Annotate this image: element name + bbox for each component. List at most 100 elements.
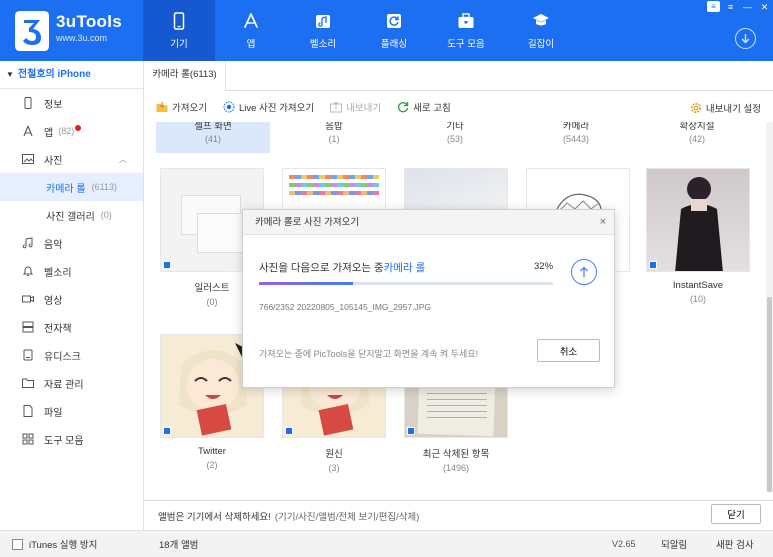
sidebar-item-count: (82) [58, 126, 75, 136]
music-note-icon [316, 14, 330, 28]
app-store-icon [244, 12, 258, 28]
sidebar-item-label: 파일 [44, 407, 63, 419]
live-import-button[interactable]: Live 사진 가져오기 [223, 100, 314, 114]
download-button[interactable] [735, 28, 756, 49]
sidebar-item-udisk[interactable]: 유디스크 [0, 341, 143, 369]
album-name: 최근 삭제된 항목 [422, 449, 490, 460]
window-controls: ≡ ≡ — ✕ [705, 0, 773, 14]
album-tile[interactable]: InstantSave (10) [646, 168, 750, 304]
shortcut-icon [649, 261, 657, 269]
album-count: (2) [206, 460, 218, 470]
sidebar-item-info[interactable]: 정보 [0, 89, 143, 117]
chevron-up-icon[interactable]: ︿ [119, 154, 127, 165]
folder-icon [22, 377, 34, 389]
nav-apps[interactable]: 앱 [215, 0, 287, 61]
feedback-link[interactable]: 되알림 [661, 537, 687, 551]
notice-text: 앨범은 기기에서 삭제하세요! [158, 511, 271, 523]
album-name: Twitter [198, 446, 226, 457]
sidebar-item-label: 음악 [44, 239, 63, 251]
sidebar-item-ebooks[interactable]: 전자책 [0, 313, 143, 341]
sidebar-item-label: 벨소리 [44, 267, 72, 279]
nav-flash[interactable]: 플래싱 [359, 0, 429, 61]
sidebar-item-video[interactable]: 영상 [0, 285, 143, 313]
menu-icon[interactable]: ≡ [722, 0, 739, 14]
nav-device[interactable]: 기기 [143, 0, 215, 61]
sidebar-item-apps[interactable]: 앱 (82) [0, 117, 143, 145]
nav-ringtones[interactable]: 벨소리 [287, 0, 359, 61]
sidebar-sub-camera-roll[interactable]: 카메라 롤 (6113) [0, 173, 143, 201]
caret-down-icon: ▼ [6, 70, 14, 79]
progress-bar-fill [259, 282, 354, 285]
dialog-title: 카메라 롤로 사진 가져오기 [255, 217, 360, 228]
album-name: 확장지설 [679, 122, 715, 132]
refresh-button[interactable]: 새로 고침 [397, 100, 451, 114]
tab-camera-roll[interactable]: 카메라 롤(6113) [144, 61, 226, 91]
album-name: 원신 [325, 449, 343, 460]
album-tile[interactable]: 카메라 (5443) [519, 122, 633, 153]
album-tile[interactable]: 기타 (53) [398, 122, 512, 153]
sidebar-item-label: 정보 [44, 99, 63, 111]
sidebar-item-files[interactable]: 파일 [0, 397, 143, 425]
import-button[interactable]: 가져오기 [156, 100, 207, 114]
minimize-icon[interactable]: — [739, 0, 756, 14]
export-settings-button[interactable]: 내보내기 설정 [690, 101, 761, 115]
app-name: 3uTools [56, 12, 123, 31]
nav-label: 앱 [246, 38, 256, 50]
check-update-link[interactable]: 새판 검사 [716, 537, 754, 551]
sidebar-sub-label: 카메라 롤 [46, 183, 86, 195]
sidebar-item-photos[interactable]: 사진 ︿ [0, 145, 143, 173]
export-label: 내보내기 [346, 103, 382, 114]
itunes-block-checkbox[interactable] [12, 538, 23, 550]
toolbox-icon [458, 12, 474, 28]
sidebar-item-music[interactable]: 음악 [0, 229, 143, 257]
sidebar-sub-count: (0) [100, 210, 112, 220]
sidebar-sub-photo-gallery[interactable]: 사진 갤러리 (0) [0, 201, 143, 229]
scrollbar-thumb[interactable] [767, 297, 772, 492]
import-label: 가져오기 [172, 103, 207, 114]
menu-badge-icon[interactable]: ≡ [707, 1, 720, 12]
album-name: 셀프 화면 [194, 122, 232, 132]
export-icon [330, 101, 343, 113]
sidebar-item-toolbox[interactable]: 도구 모음 [0, 425, 143, 453]
close-button[interactable]: 닫기 [711, 504, 761, 524]
gear-icon [690, 103, 701, 113]
sidebar-item-ringtones[interactable]: 벨소리 [0, 257, 143, 285]
nav-label: 플래싱 [380, 38, 408, 50]
shortcut-icon [163, 427, 171, 435]
notice-hint: (기기/사진/앨범/전체 보기/편집/삭제) [274, 511, 420, 523]
album-tile[interactable]: 확장지설 (42) [640, 122, 754, 153]
refresh-box-icon [387, 13, 401, 28]
sidebar-item-label: 유디스크 [44, 351, 81, 363]
album-name: 카메라 [562, 122, 590, 132]
progress-bar [259, 282, 553, 285]
refresh-label: 새로 고침 [413, 103, 451, 114]
album-thumbnail [646, 168, 750, 272]
cancel-button[interactable]: 취소 [537, 339, 600, 362]
image-icon [22, 153, 34, 165]
progress-label-prefix: 사진을 다음으로 가져오는 중 [259, 262, 384, 274]
album-tile[interactable]: 셀프 화면 (41) [156, 122, 270, 153]
nav-toolbox[interactable]: 도구 모음 [429, 0, 503, 61]
arrow-down-icon [741, 34, 750, 44]
album-artwork [675, 177, 723, 271]
app-store-icon [22, 125, 34, 137]
close-icon[interactable]: × [600, 210, 606, 235]
phone-outline-icon [22, 97, 34, 109]
scrollbar[interactable] [766, 122, 773, 492]
itunes-block-label[interactable]: iTunes 실행 방지 [29, 537, 97, 551]
graduation-cap-icon [533, 13, 549, 25]
brand: 3uTools www.3u.com [56, 12, 122, 43]
sidebar-item-label: 자료 관리 [44, 379, 84, 391]
app-url: www.3u.com [56, 33, 108, 43]
bell-icon [22, 265, 34, 277]
import-folder-icon [156, 102, 168, 112]
album-tile[interactable]: 음밥 (1) [277, 122, 391, 153]
export-button[interactable]: 내보내기 [330, 100, 381, 114]
nav-guide[interactable]: 길잡이 [503, 0, 579, 61]
upload-icon [571, 259, 597, 285]
album-count: (42) [688, 134, 705, 144]
device-header[interactable]: ▼ 전철호의 iPhone [0, 61, 143, 89]
sidebar-item-label: 영상 [44, 295, 63, 307]
sidebar-item-data-management[interactable]: 자료 관리 [0, 369, 143, 397]
close-window-icon[interactable]: ✕ [756, 0, 773, 14]
